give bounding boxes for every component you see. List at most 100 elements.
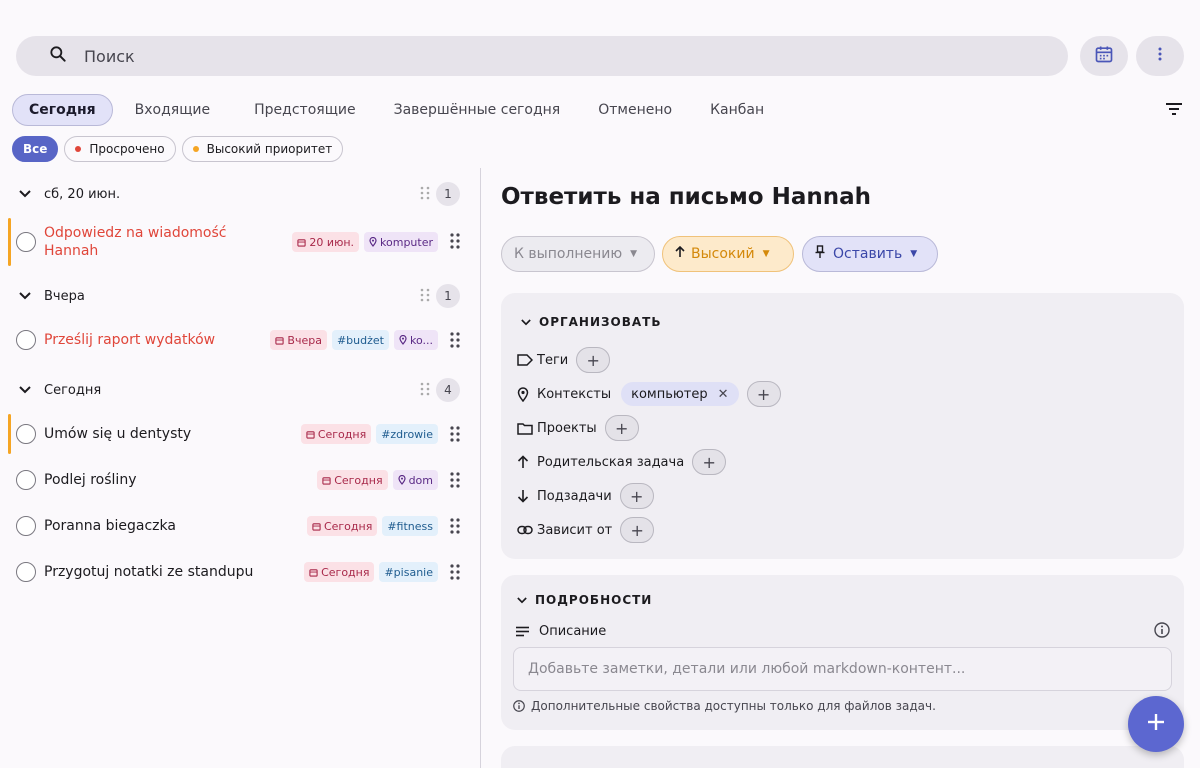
- task-checkbox[interactable]: [16, 516, 36, 536]
- group-count-badge: 1: [436, 182, 460, 206]
- task-row[interactable]: Odpowiedz na wiadomość Hannah 20 июн. ko…: [8, 218, 468, 266]
- hashtag-tag: #budżet: [331, 330, 389, 350]
- caret-down-icon: ▼: [630, 249, 638, 259]
- task-checkbox[interactable]: [16, 562, 36, 582]
- task-row[interactable]: Umów się u dentysty Сегодня #zdrowie: [8, 414, 468, 454]
- location-pin-icon: [517, 386, 537, 402]
- filter-overdue-chip[interactable]: Просрочено: [64, 136, 176, 162]
- tab-inbox[interactable]: Входящие: [119, 94, 226, 126]
- tab-upcoming[interactable]: Предстоящие: [238, 94, 371, 126]
- contexts-property: Контексты компьютер ✕ +: [517, 380, 781, 408]
- add-parent-task-button[interactable]: +: [692, 449, 727, 475]
- group-header[interactable]: Вчера 1: [12, 284, 464, 308]
- priority-label: Высокий: [691, 246, 755, 262]
- filter-icon[interactable]: [1164, 100, 1184, 122]
- group-header[interactable]: сб, 20 июн. 1: [12, 182, 464, 206]
- group-label: Вчера: [44, 288, 85, 304]
- parent-task-label: Родительская задача: [537, 454, 685, 470]
- task-title: Umów się u dentysty: [44, 426, 192, 442]
- calendar-button[interactable]: [1080, 36, 1128, 76]
- filter-high-priority-chip[interactable]: Высокий приоритет: [181, 136, 344, 162]
- location-pin-icon: [399, 335, 407, 345]
- info-icon[interactable]: [1154, 622, 1170, 642]
- task-checkbox[interactable]: [16, 330, 36, 350]
- add-task-fab[interactable]: [1128, 696, 1184, 752]
- drag-handle-icon[interactable]: [450, 233, 460, 253]
- group-count-badge: 1: [436, 284, 460, 308]
- task-meta: Сегодня dom: [312, 470, 438, 490]
- tag-icon: [517, 354, 537, 366]
- add-dependency-button[interactable]: +: [620, 517, 655, 543]
- drag-handle-icon[interactable]: [450, 332, 460, 352]
- task-row[interactable]: Prześlij raport wydatków Вчера #budżet k…: [8, 320, 468, 360]
- task-title: Podlej rośliny: [44, 472, 137, 488]
- overdue-dot-icon: [75, 146, 82, 152]
- chevron-down-icon: [12, 292, 38, 300]
- drag-handle-icon[interactable]: [450, 426, 460, 446]
- contexts-label: Контексты: [537, 386, 612, 402]
- pin-icon: [815, 245, 825, 263]
- search-input[interactable]: Поиск: [84, 47, 135, 66]
- task-title: Odpowiedz na wiadomość Hannah: [44, 224, 226, 260]
- plus-icon: [1146, 712, 1166, 736]
- details-header[interactable]: ПОДРОБНОСТИ: [517, 593, 652, 607]
- task-row[interactable]: Poranna biegaczka Сегодня #fitness: [8, 506, 468, 546]
- pin-dropdown[interactable]: Оставить ▼: [802, 236, 938, 272]
- add-project-button[interactable]: +: [604, 415, 639, 441]
- tab-kanban[interactable]: Канбан: [694, 94, 780, 126]
- projects-property: Проекты +: [517, 414, 639, 442]
- description-input[interactable]: Добавьте заметки, детали или любой markd…: [513, 647, 1172, 691]
- date-tag: Вчера: [270, 330, 327, 350]
- drag-handle-icon[interactable]: [450, 518, 460, 538]
- filter-overdue-label: Просрочено: [89, 142, 165, 156]
- add-context-button[interactable]: +: [746, 381, 781, 407]
- filter-all-chip[interactable]: Все: [12, 136, 59, 162]
- priority-dropdown[interactable]: Высокий ▼: [662, 236, 794, 272]
- tab-completed-today[interactable]: Завершённые сегодня: [378, 94, 577, 126]
- group-count-badge: 4: [436, 378, 460, 402]
- close-icon[interactable]: ✕: [718, 387, 729, 402]
- task-title-line2: Hannah: [44, 243, 99, 259]
- add-tag-button[interactable]: +: [576, 347, 611, 373]
- status-dropdown[interactable]: К выполнению ▼: [501, 236, 655, 272]
- task-checkbox[interactable]: [16, 232, 36, 252]
- subtasks-label: Подзадачи: [537, 488, 612, 504]
- tab-today[interactable]: Сегодня: [12, 94, 113, 126]
- search-bar[interactable]: Поиск: [16, 36, 1068, 76]
- task-detail-title[interactable]: Ответить на письмо Hannah: [501, 184, 871, 210]
- more-menu-button[interactable]: [1136, 36, 1184, 76]
- drag-handle-icon[interactable]: [450, 472, 460, 492]
- drag-handle-icon[interactable]: [420, 186, 430, 204]
- parent-task-property: Родительская задача +: [517, 448, 727, 476]
- details-heading: ПОДРОБНОСТИ: [535, 593, 653, 607]
- arrow-down-icon: [517, 489, 537, 503]
- details-section: ПОДРОБНОСТИ Описание Добавьте заметки, д…: [501, 575, 1184, 730]
- task-row[interactable]: Przygotuj notatki ze standupu Сегодня #p…: [8, 552, 468, 592]
- group-header[interactable]: Сегодня 4: [12, 378, 464, 402]
- search-icon: [48, 44, 68, 68]
- group-label: сб, 20 июн.: [44, 186, 121, 202]
- date-tag: Сегодня: [317, 470, 388, 490]
- drag-handle-icon[interactable]: [420, 288, 430, 306]
- hashtag-tag: #zdrowie: [376, 424, 438, 444]
- caret-down-icon: ▼: [910, 249, 918, 259]
- task-row[interactable]: Podlej rośliny Сегодня dom: [8, 460, 468, 500]
- context-tag: ko...: [393, 330, 438, 350]
- task-checkbox[interactable]: [16, 470, 36, 490]
- projects-label: Проекты: [537, 420, 597, 436]
- add-subtask-button[interactable]: +: [619, 483, 654, 509]
- drag-handle-icon[interactable]: [450, 564, 460, 584]
- chevron-down-icon: [517, 596, 527, 603]
- task-title-line1: Odpowiedz na wiadomość: [44, 225, 227, 241]
- context-chip[interactable]: компьютер ✕: [621, 382, 739, 406]
- organize-header[interactable]: ОРГАНИЗОВАТЬ: [521, 315, 662, 329]
- location-pin-icon: [369, 237, 377, 247]
- calendar-icon: [1094, 44, 1114, 68]
- task-meta: 20 июн. komputer: [287, 232, 438, 252]
- context-chip-label: компьютер: [631, 386, 708, 402]
- task-checkbox[interactable]: [16, 424, 36, 444]
- drag-handle-icon[interactable]: [420, 382, 430, 400]
- calendar-icon: [306, 430, 315, 439]
- tab-cancelled[interactable]: Отменено: [582, 94, 688, 126]
- group-label: Сегодня: [44, 382, 102, 398]
